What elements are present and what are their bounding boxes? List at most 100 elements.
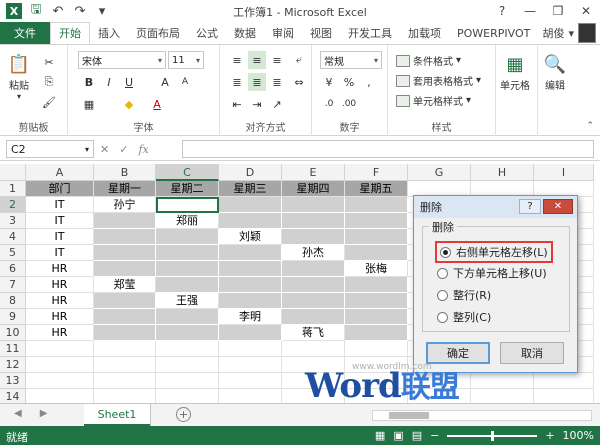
cell[interactable] <box>94 261 156 277</box>
font-name-select[interactable]: 宋体 ▾ <box>78 51 166 69</box>
row-header[interactable]: 9 <box>0 309 26 325</box>
wrap-text-icon[interactable]: ⤶ <box>290 51 308 69</box>
cell[interactable]: 星期五 <box>345 181 408 197</box>
radio-shift-left[interactable]: 右侧单元格左移(L) <box>435 241 553 263</box>
cell[interactable] <box>156 197 219 213</box>
sheet-tab[interactable]: Sheet1 <box>84 404 150 426</box>
horizontal-scrollbar[interactable] <box>372 410 592 421</box>
cell[interactable]: 孙宁 <box>94 197 156 213</box>
cell[interactable] <box>345 325 408 341</box>
cell[interactable] <box>94 325 156 341</box>
cell[interactable] <box>156 277 219 293</box>
underline-button[interactable]: U <box>120 73 138 91</box>
cell[interactable]: IT <box>26 197 94 213</box>
zoom-slider-knob[interactable] <box>491 430 495 441</box>
cell[interactable] <box>345 197 408 213</box>
cell[interactable]: HR <box>26 309 94 325</box>
orientation-icon[interactable]: ↗ <box>268 95 286 113</box>
cell[interactable] <box>345 277 408 293</box>
cell[interactable]: 刘颖 <box>219 229 282 245</box>
cell[interactable] <box>26 357 94 373</box>
tab-data[interactable]: 数据 <box>226 22 264 44</box>
bold-button[interactable]: B <box>80 73 98 91</box>
cell[interactable] <box>26 341 94 357</box>
column-header[interactable]: E <box>282 164 345 181</box>
cell[interactable] <box>219 325 282 341</box>
cell[interactable] <box>156 373 219 389</box>
cell[interactable] <box>26 373 94 389</box>
row-header[interactable]: 4 <box>0 229 26 245</box>
tab-powerpivot[interactable]: POWERPIVOT <box>449 22 538 44</box>
cell[interactable] <box>94 309 156 325</box>
cell[interactable]: 部门 <box>26 181 94 197</box>
collapse-ribbon-icon[interactable]: ⌃ <box>586 121 594 131</box>
help-button[interactable]: ? <box>488 0 516 22</box>
cell[interactable]: 王强 <box>156 293 219 309</box>
tab-view[interactable]: 视图 <box>302 22 340 44</box>
cancel-icon[interactable]: ✕ <box>100 143 109 156</box>
row-header[interactable]: 1 <box>0 181 26 197</box>
row-header[interactable]: 11 <box>0 341 26 357</box>
avatar[interactable] <box>578 23 596 43</box>
row-header[interactable]: 2 <box>0 197 26 213</box>
row-header[interactable]: 3 <box>0 213 26 229</box>
cell[interactable] <box>282 341 345 357</box>
cell[interactable] <box>156 229 219 245</box>
align-middle-icon[interactable]: ≡ <box>248 51 266 69</box>
cell[interactable] <box>156 309 219 325</box>
cell[interactable] <box>94 373 156 389</box>
cell[interactable] <box>156 357 219 373</box>
decrease-indent-icon[interactable]: ⇤ <box>228 95 246 113</box>
ok-button[interactable]: 确定 <box>426 342 490 364</box>
editing-button[interactable]: 🔍 编辑 <box>542 51 568 93</box>
dialog-close-button[interactable]: ✕ <box>543 199 573 214</box>
cell[interactable] <box>94 357 156 373</box>
tab-page-layout[interactable]: 页面布局 <box>128 22 188 44</box>
align-center-icon[interactable]: ≣ <box>248 73 266 91</box>
align-top-icon[interactable]: ≡ <box>228 51 246 69</box>
column-header[interactable]: G <box>408 164 471 181</box>
cell[interactable] <box>282 293 345 309</box>
format-painter-icon[interactable]: 🖌 <box>40 93 58 111</box>
cell[interactable] <box>345 229 408 245</box>
column-header[interactable]: C <box>156 164 219 181</box>
cell[interactable] <box>156 261 219 277</box>
cell[interactable]: 张梅 <box>345 261 408 277</box>
currency-button[interactable]: ¥ <box>320 73 338 91</box>
formula-input[interactable] <box>182 140 594 158</box>
percent-button[interactable]: % <box>340 73 358 91</box>
select-all-corner[interactable] <box>0 164 26 181</box>
cell[interactable] <box>219 293 282 309</box>
tab-file[interactable]: 文件 <box>0 22 50 44</box>
increase-decimal-icon[interactable]: .0 <box>320 95 338 113</box>
grow-font-button[interactable]: A <box>156 73 174 91</box>
cell[interactable] <box>282 229 345 245</box>
cell[interactable]: 李明 <box>219 309 282 325</box>
row-header[interactable]: 12 <box>0 357 26 373</box>
cell[interactable] <box>219 357 282 373</box>
cell[interactable]: 星期一 <box>94 181 156 197</box>
cell[interactable] <box>282 277 345 293</box>
cell[interactable] <box>156 341 219 357</box>
cell[interactable] <box>282 261 345 277</box>
column-header[interactable]: H <box>471 164 534 181</box>
cell[interactable]: 星期三 <box>219 181 282 197</box>
cell[interactable]: 郑丽 <box>156 213 219 229</box>
cell[interactable] <box>219 341 282 357</box>
cell[interactable]: 星期二 <box>156 181 219 197</box>
italic-button[interactable]: I <box>100 73 118 91</box>
cells-button[interactable]: ▦ 单元格 <box>500 51 530 93</box>
row-header[interactable]: 7 <box>0 277 26 293</box>
add-sheet-icon[interactable]: + <box>176 407 191 422</box>
cell[interactable]: IT <box>26 245 94 261</box>
align-bottom-icon[interactable]: ≡ <box>268 51 286 69</box>
close-button[interactable]: ✕ <box>572 0 600 22</box>
row-header[interactable]: 5 <box>0 245 26 261</box>
cell[interactable] <box>282 197 345 213</box>
row-header[interactable]: 10 <box>0 325 26 341</box>
tab-developer[interactable]: 开发工具 <box>340 22 400 44</box>
row-header[interactable]: 13 <box>0 373 26 389</box>
cell[interactable] <box>219 197 282 213</box>
cell[interactable] <box>94 293 156 309</box>
cell[interactable] <box>156 245 219 261</box>
